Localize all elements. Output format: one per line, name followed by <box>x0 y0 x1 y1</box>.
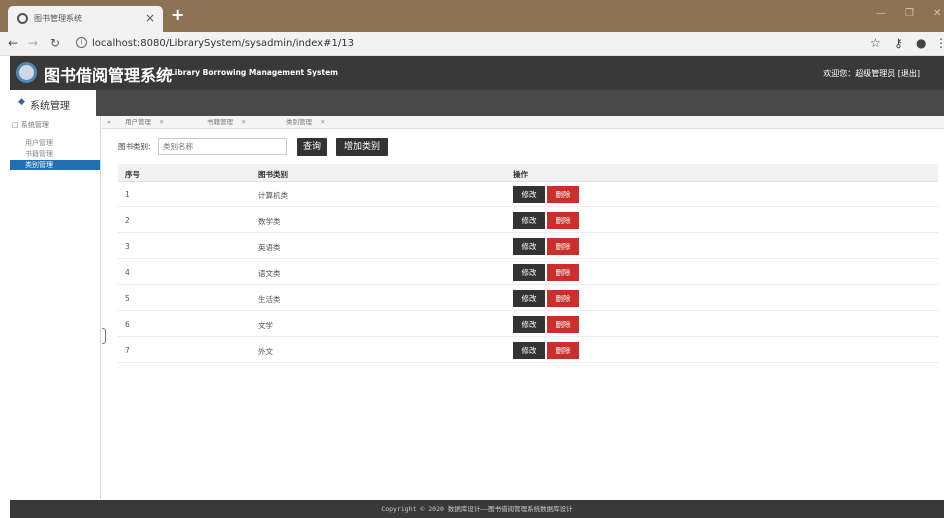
close-tab-icon[interactable]: × <box>145 11 155 25</box>
header-id: 序号 <box>125 170 140 179</box>
table-row: 7 外文 修改 删除 <box>118 338 938 363</box>
cell-category: 外文 <box>258 347 273 356</box>
cell-id: 7 <box>125 346 130 355</box>
close-icon[interactable]: ✕ <box>159 118 164 126</box>
minimize-icon[interactable]: — <box>876 8 886 19</box>
close-window-icon[interactable]: ✕ <box>933 8 941 19</box>
address-bar: ← → ↻ i localhost:8080/LibrarySystem/sys… <box>0 32 944 56</box>
search-label: 图书类别: <box>118 142 151 151</box>
close-icon[interactable]: ✕ <box>241 118 246 126</box>
welcome-logout[interactable]: 欢迎您：超级管理员 [退出] <box>823 68 920 79</box>
tab-books[interactable]: 书籍管理 ✕ <box>207 117 246 128</box>
edit-button[interactable]: 修改 <box>513 238 545 255</box>
system-icon: ◆ <box>18 97 25 107</box>
table-row: 5 生活类 修改 删除 <box>118 286 938 311</box>
sidebar: □ 系统管理 用户管理 书籍管理 类别管理 <box>10 116 101 499</box>
sidebar-group-label: 系统管理 <box>20 121 49 129</box>
key-icon[interactable]: ⚷ <box>894 36 903 50</box>
new-tab-icon[interactable]: + <box>171 5 184 24</box>
edit-button[interactable]: 修改 <box>513 212 545 229</box>
edit-button[interactable]: 修改 <box>513 316 545 333</box>
cell-category: 数学类 <box>258 217 281 226</box>
add-category-button[interactable]: 增加类别 <box>336 138 388 156</box>
edit-button[interactable]: 修改 <box>513 186 545 203</box>
sidebar-item-categories[interactable]: 类别管理 <box>10 160 100 170</box>
site-info-icon[interactable]: i <box>76 37 87 48</box>
cell-id: 4 <box>125 268 130 277</box>
tab-categories[interactable]: 类别管理 ✕ <box>286 117 325 128</box>
browser-tab-title: 图书管理系统 <box>34 14 82 23</box>
delete-button[interactable]: 删除 <box>547 264 579 281</box>
logo-icon <box>16 62 37 83</box>
sidebar-toggle-handle[interactable] <box>102 328 106 344</box>
app-title: 图书借阅管理系统 <box>44 66 173 85</box>
tabs-scroll-left-icon[interactable]: « <box>107 117 111 128</box>
url-field[interactable]: localhost:8080/LibrarySystem/sysadmin/in… <box>92 38 354 49</box>
cell-category: 英语类 <box>258 243 281 252</box>
cell-id: 6 <box>125 320 130 329</box>
sidebar-item-users[interactable]: 用户管理 <box>10 138 100 148</box>
tab-users[interactable]: 用户管理 ✕ <box>125 117 164 128</box>
collapse-icon: □ <box>12 121 19 129</box>
account-icon[interactable]: ● <box>916 36 926 50</box>
app-subtitle: Library Borrowing Management System <box>170 68 338 77</box>
delete-button[interactable]: 删除 <box>547 342 579 359</box>
table-row: 3 英语类 修改 删除 <box>118 234 938 259</box>
browser-tab-strip: 图书管理系统 × + — ❐ ✕ <box>0 0 944 32</box>
menu-icon[interactable]: ⋮ <box>935 36 944 50</box>
nav-label: 系统管理 <box>30 101 70 112</box>
cell-id: 2 <box>125 216 130 225</box>
tab-label: 类别管理 <box>286 118 312 126</box>
delete-button[interactable]: 删除 <box>547 290 579 307</box>
cell-id: 3 <box>125 242 130 251</box>
star-icon[interactable]: ☆ <box>870 36 881 50</box>
sidebar-item-books[interactable]: 书籍管理 <box>10 149 100 159</box>
table-row: 1 计算机类 修改 删除 <box>118 182 938 207</box>
delete-button[interactable]: 删除 <box>547 212 579 229</box>
reload-icon[interactable]: ↻ <box>50 36 60 50</box>
query-button[interactable]: 查询 <box>297 138 327 156</box>
cell-category: 语文类 <box>258 269 281 278</box>
favicon-icon <box>17 13 28 24</box>
table-row: 2 数学类 修改 删除 <box>118 208 938 233</box>
table-row: 4 语文类 修改 删除 <box>118 260 938 285</box>
sidebar-group-system[interactable]: □ 系统管理 <box>10 118 100 133</box>
cell-id: 5 <box>125 294 130 303</box>
edit-button[interactable]: 修改 <box>513 290 545 307</box>
tab-label: 书籍管理 <box>207 118 233 126</box>
delete-button[interactable]: 删除 <box>547 186 579 203</box>
category-search-input[interactable] <box>158 138 287 155</box>
edit-button[interactable]: 修改 <box>513 264 545 281</box>
forward-icon[interactable]: → <box>28 36 38 50</box>
footer: Copyright © 2020 数据库设计——图书借阅管理系统数据库设计 <box>10 500 944 518</box>
nav-system-management[interactable]: ◆ 系统管理 <box>10 90 96 116</box>
back-icon[interactable]: ← <box>8 36 18 50</box>
app-header: 图书借阅管理系统 Library Borrowing Management Sy… <box>10 56 944 90</box>
table-header: 序号 图书类别 操作 <box>118 164 938 182</box>
cell-category: 计算机类 <box>258 191 288 200</box>
delete-button[interactable]: 删除 <box>547 238 579 255</box>
browser-tab[interactable]: 图书管理系统 × <box>8 6 163 32</box>
cell-category: 文学 <box>258 321 273 330</box>
header-actions: 操作 <box>513 170 528 179</box>
delete-button[interactable]: 删除 <box>547 316 579 333</box>
edit-button[interactable]: 修改 <box>513 342 545 359</box>
close-icon[interactable]: ✕ <box>320 118 325 126</box>
table-row: 6 文学 修改 删除 <box>118 312 938 337</box>
content-tabs: « 用户管理 ✕ 书籍管理 ✕ 类别管理 ✕ <box>102 116 944 129</box>
cell-category: 生活类 <box>258 295 281 304</box>
tab-label: 用户管理 <box>125 118 151 126</box>
maximize-icon[interactable]: ❐ <box>905 8 914 19</box>
cell-id: 1 <box>125 190 130 199</box>
top-nav: ◆ 系统管理 <box>10 90 944 116</box>
header-category: 图书类别 <box>258 170 288 179</box>
